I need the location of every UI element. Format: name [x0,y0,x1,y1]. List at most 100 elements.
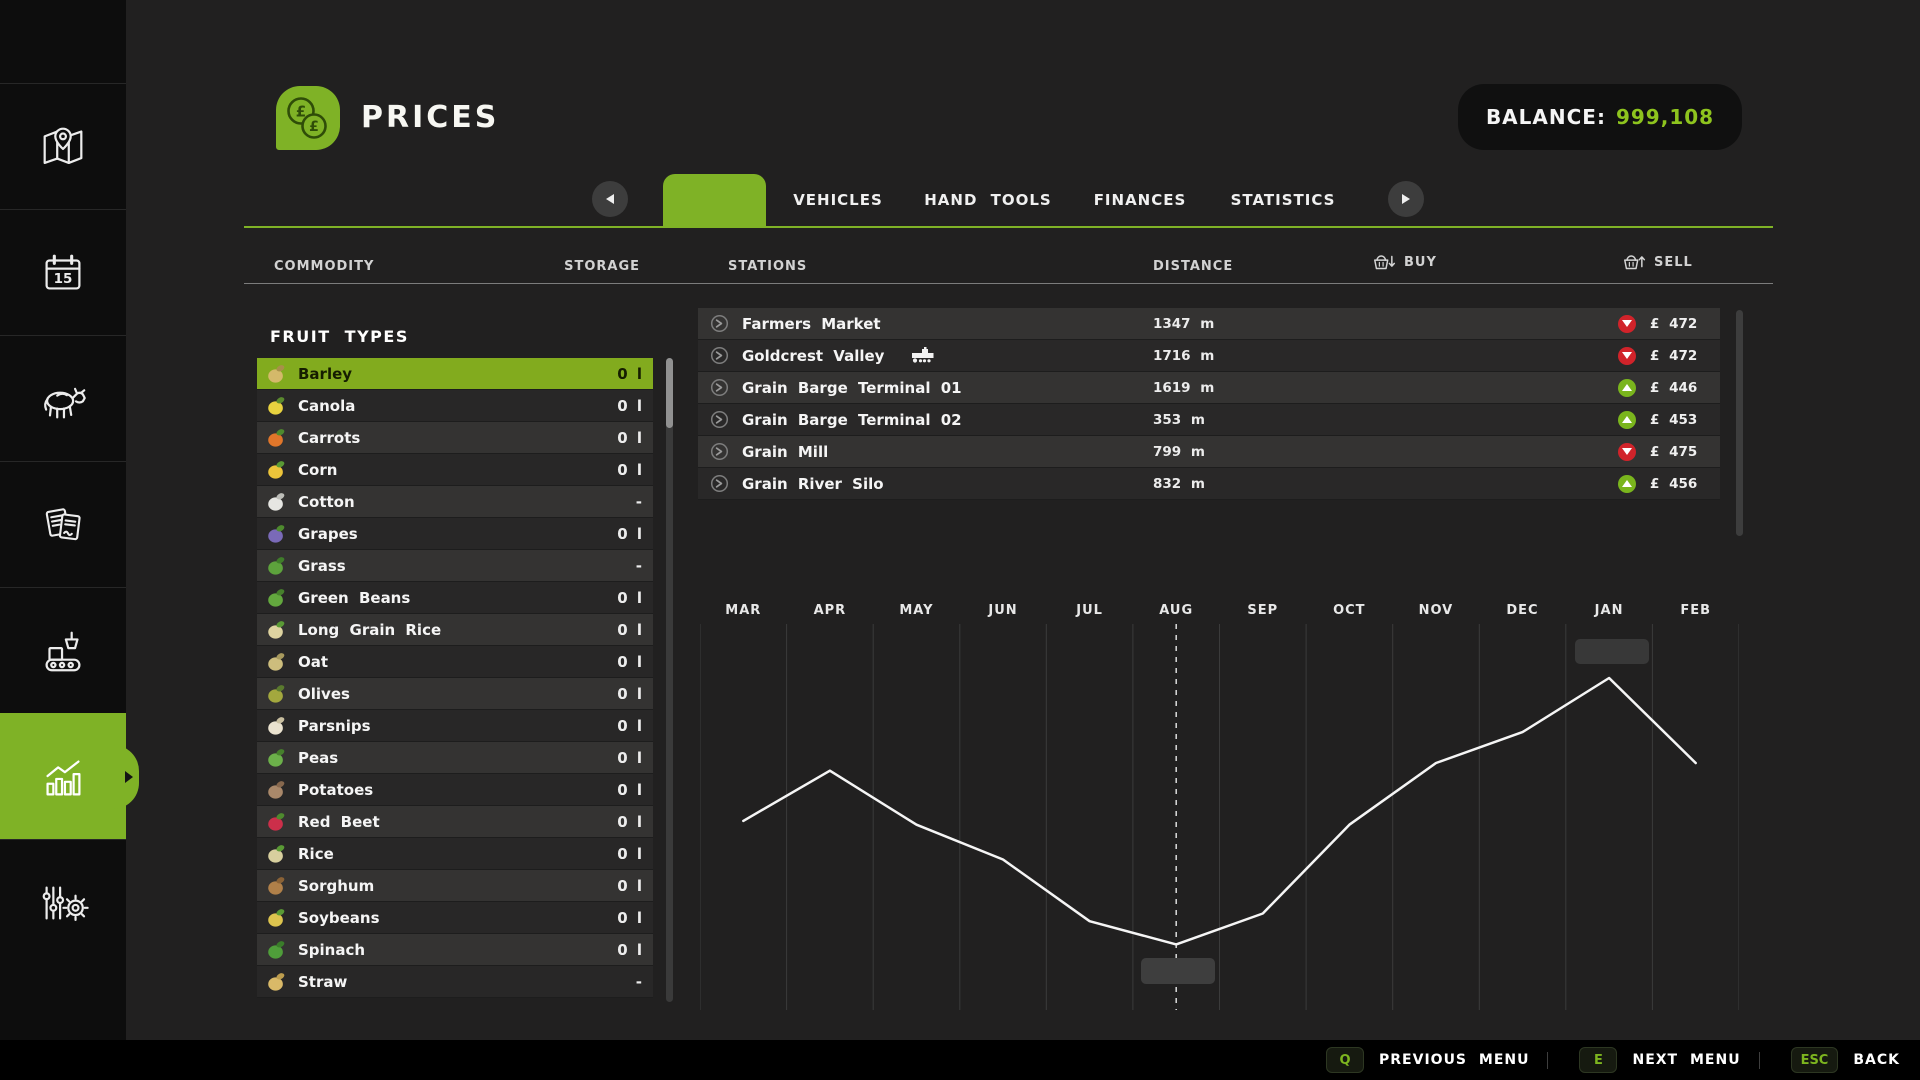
fruit-storage-value: 0 l [617,780,642,799]
map-hotspot-icon[interactable] [710,410,729,429]
station-row[interactable]: Grain Barge Terminal 02 353 m £ 453 [698,404,1720,436]
map-hotspot-icon[interactable] [710,442,729,461]
station-row[interactable]: Farmers Market 1347 m £ 472 [698,308,1720,340]
menu-tab[interactable]: STATISTICS [1203,191,1363,209]
crop-icon [268,492,285,511]
fruit-storage-value: - [635,556,642,575]
crop-icon [268,748,285,767]
fruit-type-row[interactable]: Olives 0 l [257,678,653,710]
menu-tab[interactable]: HAND TOOLS [908,191,1068,209]
fruit-type-row[interactable]: Barley 0 l [257,358,653,390]
fruit-type-label: Corn [298,460,338,479]
map-hotspot-icon[interactable] [710,346,729,365]
fruit-type-row[interactable]: Corn 0 l [257,454,653,486]
fruit-storage-value: 0 l [617,396,642,415]
fruit-type-row[interactable]: Potatoes 0 l [257,774,653,806]
crop-icon [268,812,285,831]
crop-icon [268,364,285,383]
tabs-next-button[interactable] [1388,181,1424,217]
sidebar-item-contracts[interactable] [0,461,126,587]
station-row[interactable]: Goldcrest Valley 1716 m £ 472 [698,340,1720,372]
fruit-storage-value: 0 l [617,652,642,671]
fruit-type-row[interactable]: Straw - [257,966,653,998]
fruit-type-label: Green Beans [298,588,411,607]
fruit-storage-value: 0 l [617,588,642,607]
fruit-type-row[interactable]: Green Beans 0 l [257,582,653,614]
fruit-type-label: Long Grain Rice [298,620,442,639]
crop-icon [268,524,285,543]
price-chart [700,624,1739,1010]
station-name: Goldcrest Valley [742,346,885,365]
sidebar-item-statistics[interactable] [0,713,139,839]
stations-scrollbar[interactable] [1736,310,1743,536]
station-row[interactable]: Grain Mill 799 m £ 475 [698,436,1720,468]
station-row[interactable]: Grain River Silo 832 m £ 456 [698,468,1720,500]
column-header-sell[interactable]: SELL [1622,252,1693,272]
sidebar-item-settings[interactable] [0,839,126,965]
fruit-type-label: Rice [298,844,334,863]
fruit-type-row[interactable]: Carrots 0 l [257,422,653,454]
fruit-list-scrollbar-thumb[interactable] [666,358,673,428]
fruit-type-row[interactable]: Red Beet 0 l [257,806,653,838]
column-header-sell-label: SELL [1654,254,1693,270]
footer-hint[interactable]: E NEXT MENU [1547,1047,1740,1073]
crop-icon [268,780,285,799]
column-header-stations: STATIONS [728,259,808,274]
fruit-list-scrollbar[interactable] [666,358,673,1002]
crop-icon [268,844,285,863]
coin-currency-symbol: £ [309,119,319,135]
chart-current-month-box [1141,958,1215,984]
tabs-previous-button[interactable] [592,181,628,217]
station-distance: 799 m [1153,443,1205,460]
station-distance: 353 m [1153,411,1205,428]
animals-icon [44,387,86,418]
crop-icon [268,460,285,479]
fruit-type-row[interactable]: Long Grain Rice 0 l [257,614,653,646]
keycap: Q [1326,1047,1365,1073]
fruit-type-row[interactable]: Rice 0 l [257,838,653,870]
fruit-type-row[interactable]: Peas 0 l [257,742,653,774]
map-hotspot-icon[interactable] [710,474,729,493]
fruit-type-label: Red Beet [298,812,380,831]
column-header-buy[interactable]: BUY [1372,252,1437,272]
menu-tab[interactable]: VEHICLES [758,191,918,209]
keycap: E [1579,1047,1618,1073]
tab-prices-active[interactable] [663,174,766,228]
month-label: DEC [1506,603,1539,618]
fruit-type-row[interactable]: Canola 0 l [257,390,653,422]
fruit-type-label: Carrots [298,428,361,447]
fruit-storage-value: 0 l [617,748,642,767]
price-trend-icon [1618,314,1636,333]
arrow-left-icon [606,194,614,204]
sidebar-item-production[interactable] [0,587,126,713]
map-hotspot-icon[interactable] [710,378,729,397]
station-name: Grain River Silo [742,474,884,493]
fruit-type-row[interactable]: Spinach 0 l [257,934,653,966]
fruit-type-row[interactable]: Grass - [257,550,653,582]
footer-hint[interactable]: ESC BACK [1759,1047,1900,1073]
fruit-type-row[interactable]: Soybeans 0 l [257,902,653,934]
crop-icon [268,908,285,927]
fruit-type-row[interactable]: Oat 0 l [257,646,653,678]
fruit-storage-value: 0 l [617,812,642,831]
station-row[interactable]: Grain Barge Terminal 01 1619 m £ 446 [698,372,1720,404]
station-sell-price: £ 475 [1650,443,1698,460]
fruit-storage-value: - [635,492,642,511]
menu-tab[interactable]: FINANCES [1060,191,1220,209]
sidebar-item-calendar[interactable]: 15 [0,209,126,335]
map-hotspot-icon[interactable] [710,314,729,333]
calendar-icon: 15 [45,254,81,290]
sidebar-item-map[interactable] [0,83,126,209]
footer-hint[interactable]: Q PREVIOUS MENU [1326,1047,1529,1073]
tab-underline [244,226,1773,228]
station-sell-price: £ 446 [1650,379,1698,396]
fruit-type-row[interactable]: Sorghum 0 l [257,870,653,902]
stations-list: Farmers Market 1347 m £ 472 Goldcrest Va… [698,308,1720,500]
fruit-type-row[interactable]: Parsnips 0 l [257,710,653,742]
basket-sell-icon [1624,255,1646,270]
fruit-type-label: Soybeans [298,908,380,927]
fruit-type-row[interactable]: Cotton - [257,486,653,518]
sidebar-item-animals[interactable] [0,335,126,461]
crop-icon [268,588,285,607]
fruit-type-row[interactable]: Grapes 0 l [257,518,653,550]
